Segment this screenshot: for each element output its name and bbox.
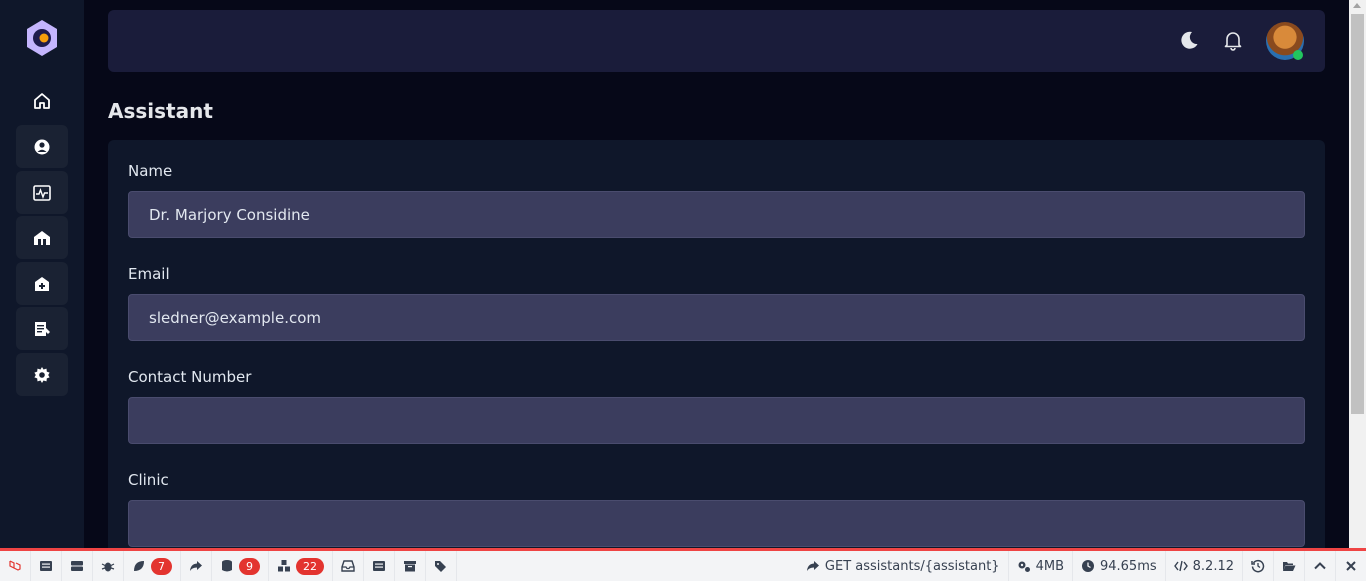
notes-edit-icon: [35, 321, 50, 336]
debugbar-php-info[interactable]: 8.2.12: [1166, 551, 1243, 581]
clinic-field[interactable]: [128, 500, 1305, 547]
sidebar: [0, 0, 84, 549]
debugbar-cache-tab[interactable]: [395, 551, 426, 581]
debug-bar: 7 9 22 GET assistants/{assistant} 4MB 94…: [0, 548, 1366, 581]
list-alt-icon: [40, 561, 52, 571]
sidebar-item-notes[interactable]: [16, 307, 68, 350]
cubes-icon: [278, 560, 290, 572]
folder-open-icon: [1283, 562, 1296, 571]
debugbar-memory-info[interactable]: 4MB: [1009, 551, 1073, 581]
php-version-text: 8.2.12: [1192, 558, 1234, 574]
email-label: Email: [128, 265, 170, 283]
online-status-dot: [1293, 50, 1303, 60]
sidebar-item-clinics[interactable]: [16, 216, 68, 259]
clinic-building-icon: [34, 230, 50, 245]
close-icon: [1346, 561, 1356, 571]
history-icon: [1251, 559, 1265, 573]
debugbar-close-button[interactable]: [1336, 551, 1366, 581]
debugbar-open-button[interactable]: [1274, 551, 1305, 581]
page-title: Assistant: [108, 99, 213, 123]
inbox-icon: [341, 560, 355, 572]
debugbar-events-tab[interactable]: [364, 551, 395, 581]
bug-icon: [101, 562, 115, 572]
debugbar-queries-tab[interactable]: 9: [212, 551, 269, 581]
debugbar-messages-tab[interactable]: [31, 551, 62, 581]
debugbar-maximize-button[interactable]: [1305, 551, 1336, 581]
debugbar-views-tab[interactable]: 7: [124, 551, 181, 581]
debugbar-models-tab[interactable]: 22: [269, 551, 333, 581]
sidebar-item-profile[interactable]: [16, 125, 68, 168]
name-label: Name: [128, 162, 173, 180]
server-icon: [71, 561, 83, 571]
time-text: 94.65ms: [1099, 558, 1157, 574]
views-count-badge: 7: [151, 557, 172, 575]
moon-icon[interactable]: [1178, 29, 1200, 51]
debugbar-history-button[interactable]: [1243, 551, 1274, 581]
list-alt-icon: [373, 561, 385, 571]
clock-icon: [1081, 560, 1094, 572]
archive-icon: [404, 561, 416, 572]
bell-icon[interactable]: [1222, 29, 1244, 51]
home-icon: [34, 92, 50, 109]
queries-count-badge: 9: [239, 557, 260, 575]
clinic-label: Clinic: [128, 471, 169, 489]
laravel-logo-icon: [9, 560, 21, 571]
debugbar-mails-tab[interactable]: [333, 551, 364, 581]
chevron-up-icon: [1314, 562, 1326, 570]
database-icon: [222, 560, 232, 572]
sidebar-item-medical[interactable]: [16, 262, 68, 305]
debugbar-request-tab[interactable]: [62, 551, 93, 581]
activity-monitor-icon: [33, 184, 51, 201]
code-icon: [1173, 560, 1188, 572]
memory-text: 4MB: [1035, 558, 1064, 574]
cogs-icon: [1018, 561, 1030, 572]
debugbar-logo-button[interactable]: [0, 551, 31, 581]
user-circle-icon: [34, 139, 50, 154]
leaf-icon: [134, 561, 144, 571]
share-arrow-icon: [806, 561, 819, 571]
email-field[interactable]: [128, 294, 1305, 341]
contact-number-label: Contact Number: [128, 368, 252, 386]
share-arrow-icon: [190, 561, 202, 571]
models-count-badge: 22: [296, 557, 324, 575]
debugbar-route-tab[interactable]: [181, 551, 212, 581]
name-field[interactable]: [128, 191, 1305, 238]
assistant-form-card: Name Email Contact Number Clinic: [108, 140, 1325, 549]
debugbar-exceptions-tab[interactable]: [93, 551, 124, 581]
scroll-up-arrow-icon[interactable]: [1353, 3, 1361, 8]
route-text: GET assistants/{assistant}: [824, 558, 1000, 574]
tags-icon: [435, 561, 446, 572]
contact-number-field[interactable]: [128, 397, 1305, 444]
debugbar-time-info[interactable]: 94.65ms: [1073, 551, 1166, 581]
top-header: [108, 10, 1325, 72]
scrollbar-thumb[interactable]: [1351, 14, 1364, 414]
sidebar-item-home[interactable]: [16, 79, 68, 122]
app-logo-icon[interactable]: [24, 18, 60, 58]
sidebar-item-settings[interactable]: [16, 353, 68, 396]
debugbar-route-info[interactable]: GET assistants/{assistant}: [798, 551, 1009, 581]
gear-icon: [34, 366, 50, 383]
sidebar-item-activity[interactable]: [16, 171, 68, 214]
debugbar-gate-tab[interactable]: [426, 551, 457, 581]
medical-house-icon: [35, 276, 49, 291]
